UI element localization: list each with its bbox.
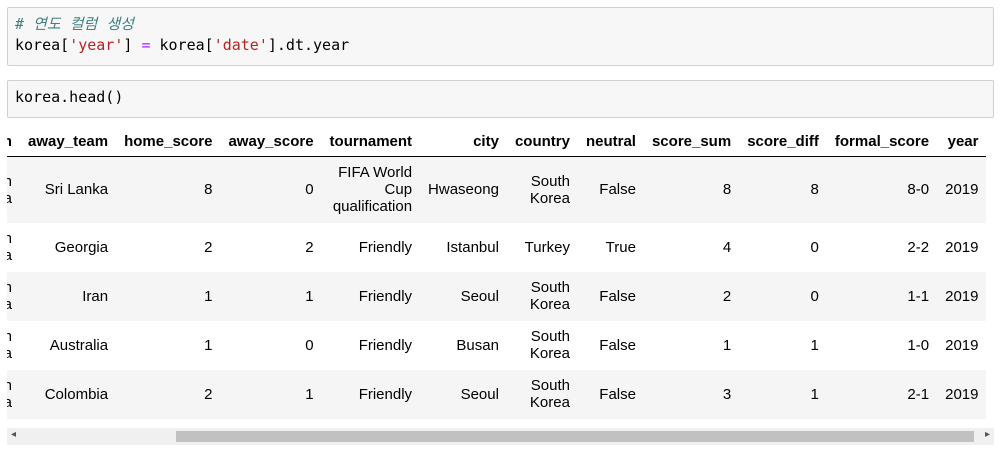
table-cell: True [605,238,636,256]
table-cell: 8 [722,181,732,199]
table-cell: 2 [722,287,732,305]
scroll-right-arrow-icon[interactable]: ▸ [985,429,990,440]
table-cell: 2 [204,238,213,256]
table-cell: Australia [49,336,109,354]
code-token: korea[ [15,36,70,54]
table-cell: Hwaseong [428,181,499,199]
table-cell: False [599,385,636,403]
table-cell: Sri Lanka [44,181,109,199]
table-cell: Turkey [524,238,570,256]
table-cell: Georgia [54,238,109,256]
table-cell: Istanbul [446,238,499,256]
table-cell: Busan [456,336,499,354]
table-cell: 0 [810,238,819,256]
scroll-left-arrow-icon[interactable]: ◂ [11,429,16,440]
column-header: eam [7,126,21,157]
table-cell: Friendly [358,238,413,256]
table-cell: South Korea [529,279,570,313]
table-cell: Friendly [358,385,413,403]
code-string-year: 'year' [69,36,124,54]
column-header: neutral [577,126,644,157]
column-header: score_diff [739,126,827,157]
table-cell: Colombia [44,385,109,403]
horizontal-scrollbar[interactable]: ◂ ▸ [7,428,994,445]
table-cell: 2-1 [907,385,930,403]
table-cell: False [599,287,636,305]
table-cell: South Korea [529,172,570,207]
table-cell: Friendly [358,287,413,305]
table-cell: 1 [305,385,314,403]
table-cell: 1 [204,336,213,354]
table-cell: 1 [810,336,819,354]
table-cell: Seoul [460,287,499,305]
table-cell: 1-0 [907,336,930,354]
table-row: outh orea Australia 1 0 Friendly Busan South K… [7,320,987,370]
code-line: korea.head() [15,88,124,106]
table-cell: 3 [722,385,732,403]
output-area: eam away_team home_score away_score tour… [7,126,994,428]
table-cell: 1 [810,385,819,403]
column-header: formal_score [826,126,938,157]
column-header: away_score [220,126,322,157]
column-header: away_team [20,126,117,157]
table-cell: Iran [82,287,109,305]
table-cell: 0 [305,181,314,199]
table-cell: 4 [722,238,732,256]
table-cell: South Korea [529,377,570,411]
table-cell: FIFA World Cup qualification [332,164,413,216]
code-cell-year-column[interactable]: # 연도 컬럼 생성 korea['year'] = korea['date']… [7,7,994,66]
header-row: eam away_team home_score away_score tour… [7,126,987,157]
table-cell: 2019 [945,181,979,199]
table-cell: 0 [305,336,314,354]
column-header: country [506,126,578,157]
table-cell: 0 [810,287,819,305]
table-cell: 1 [722,336,732,354]
column-header: city [420,126,507,157]
table-cell: outh orea [7,377,13,411]
column-header: score_sum [643,126,740,157]
table-cell: 1 [204,287,213,305]
table-cell: 2019 [945,336,979,354]
table-cell: 2019 [945,385,979,403]
table-cell: outh orea [7,172,13,207]
table-cell: 2019 [945,287,979,305]
table-row: outh orea Colombia 2 1 Friendly Seoul South Ko… [7,369,987,419]
table-cell: outh orea [7,328,13,362]
table-cell: 1 [305,287,314,305]
table-row: outh orea Georgia 2 2 Friendly Istanbul Turkey… [7,222,987,272]
code-cell-head[interactable]: korea.head() [7,80,994,118]
dataframe-table: eam away_team home_score away_score tour… [7,126,987,419]
table-cell: 8 [810,181,819,199]
table-cell: 2 [305,238,314,256]
table-cell: Seoul [460,385,499,403]
code-token: ] [123,36,142,54]
table-cell: South Korea [529,328,570,362]
table-row: outh orea Sri Lanka 8 0 FIFA World Cup quali… [7,156,987,223]
code-string-date: 'date' [213,36,268,54]
table-cell: 2-2 [907,238,930,256]
table-cell: 8-0 [907,181,930,199]
column-header: home_score [116,126,221,157]
table-cell: 2019 [945,238,979,256]
column-header: year [937,126,987,157]
table-cell: outh orea [7,279,13,313]
code-comment: # 연도 컬럼 생성 [15,15,134,33]
code-token: ].dt.year [267,36,350,54]
table-cell: 2 [204,385,213,403]
scrollbar-thumb[interactable] [176,431,974,442]
table-cell: False [599,181,636,199]
table-cell: 8 [204,181,213,199]
column-header: tournament [321,126,421,157]
table-row: outh orea Iran 1 1 Friendly Seoul South Korea F… [7,271,987,321]
table-cell: Friendly [358,336,413,354]
table-cell: 1-1 [907,287,930,305]
code-token: korea[ [150,36,214,54]
table-cell: False [599,336,636,354]
table-cell: outh orea [7,230,13,264]
